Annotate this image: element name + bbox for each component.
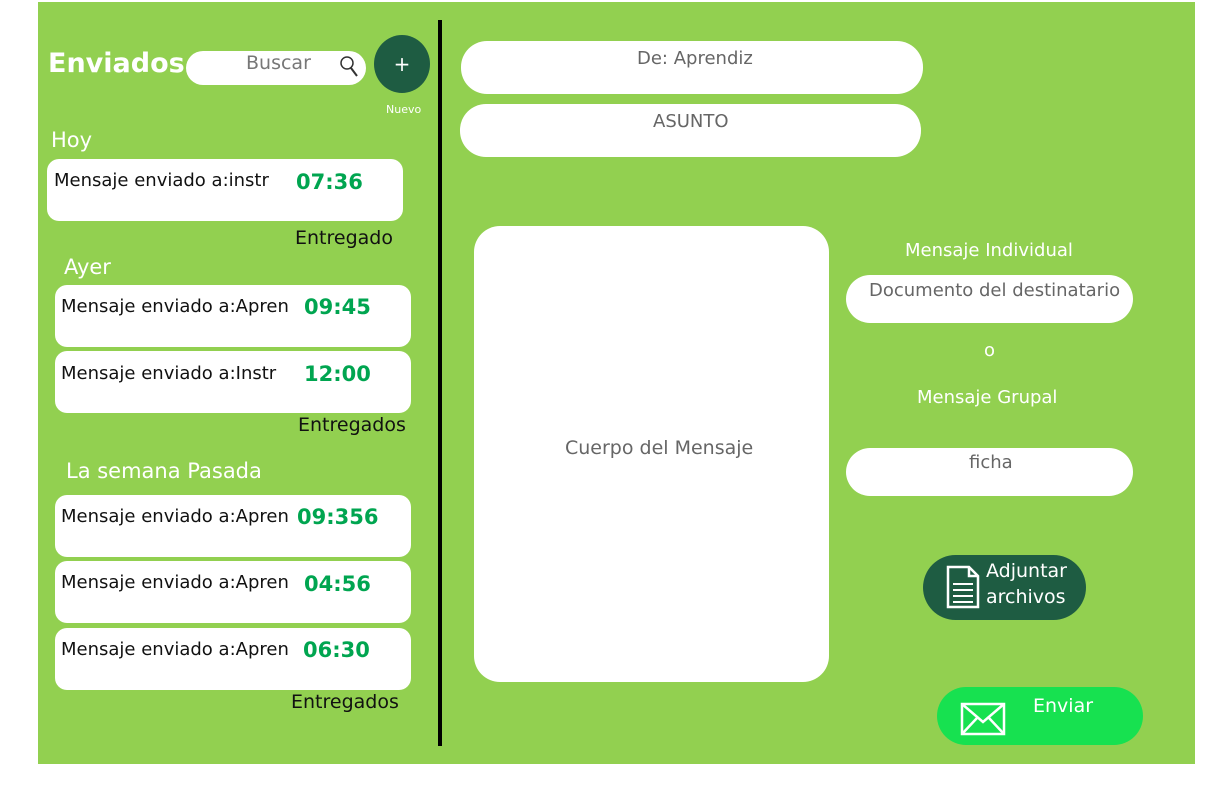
individual-message-label: Mensaje Individual (905, 240, 1073, 261)
page-title: Enviados (48, 48, 185, 79)
group-message-label: Mensaje Grupal (917, 387, 1058, 408)
message-time: 07:36 (296, 170, 363, 194)
message-text: Mensaje enviado a:Instr (61, 363, 277, 384)
new-button-label: Nuevo (386, 103, 422, 116)
from-text: De: Aprendiz (637, 48, 753, 69)
recipient-document-text: Documento del destinatario (869, 280, 1121, 301)
group-label-hoy: Hoy (51, 128, 93, 152)
message-time: 09:356 (297, 505, 379, 529)
group-label-semana-pasada: La semana Pasada (66, 459, 262, 483)
attach-files-label: Adjuntar archivos (986, 558, 1067, 610)
message-text: Mensaje enviado a:Apren (61, 639, 289, 660)
subject-text: ASUNTO (653, 111, 729, 132)
message-time: 04:56 (304, 572, 371, 596)
or-label: o (984, 340, 996, 361)
send-label: Enviar (1033, 695, 1094, 717)
attach-label-line1: Adjuntar (986, 560, 1067, 582)
message-time: 12:00 (304, 362, 371, 386)
status-label: Entregados (298, 414, 406, 436)
status-label: Entregado (295, 227, 393, 249)
search-placeholder: Buscar (246, 52, 311, 74)
message-text: Mensaje enviado a:Apren (61, 296, 289, 317)
message-body-placeholder: Cuerpo del Mensaje (565, 437, 754, 459)
document-icon (945, 564, 981, 614)
vertical-divider (438, 20, 442, 746)
message-time: 09:45 (304, 295, 371, 319)
attach-label-line2: archivos (986, 586, 1066, 608)
message-text: Mensaje enviado a:Apren (61, 572, 289, 593)
new-message-button[interactable]: + (374, 35, 430, 93)
message-text: Mensaje enviado a:instr (54, 170, 269, 191)
ficha-text: ficha (969, 452, 1013, 473)
message-time: 06:30 (303, 638, 370, 662)
envelope-icon (960, 702, 1006, 740)
group-label-ayer: Ayer (64, 255, 111, 279)
search-icon[interactable] (339, 55, 359, 83)
message-text: Mensaje enviado a:Apren (61, 506, 289, 527)
status-label: Entregados (291, 691, 399, 713)
